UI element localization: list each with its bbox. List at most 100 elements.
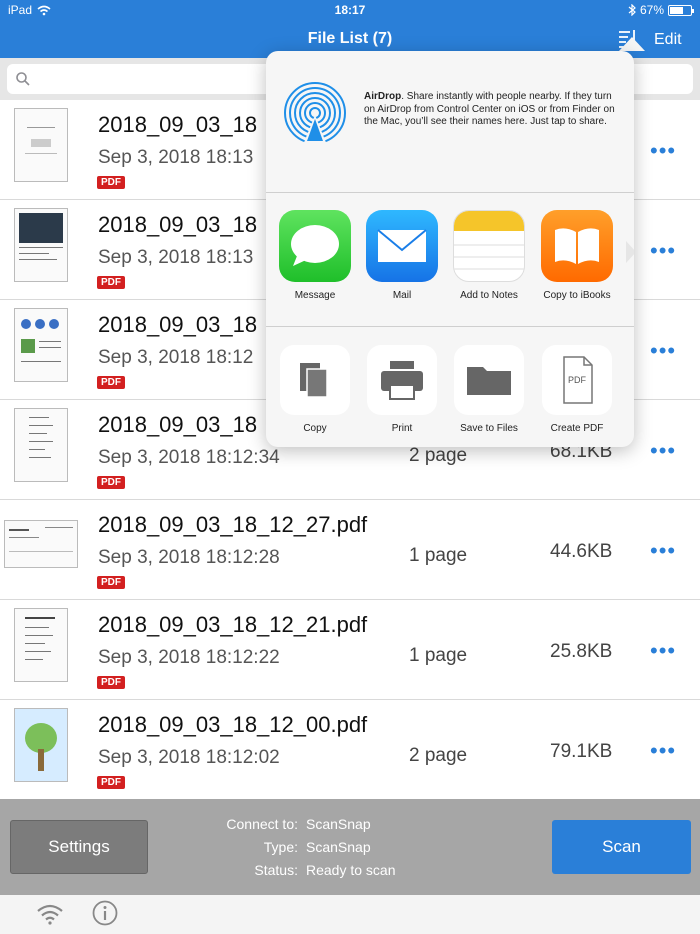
airdrop-body: . Share instantly with people nearby. If… (364, 91, 615, 127)
share-add-to-notes[interactable]: Add to Notes (445, 210, 533, 301)
share-add-to-notes-label: Add to Notes (460, 290, 518, 301)
action-create-pdf[interactable]: PDF Create PDF (533, 345, 621, 434)
file-name: 2018_09_03_18 (98, 412, 258, 437)
file-name: 2018_09_03_18_12_27.pdf (98, 512, 368, 537)
page-count: 2 page (409, 745, 468, 766)
more-options-icon[interactable]: ••• (650, 238, 676, 264)
status-right: 67% (628, 3, 694, 17)
page-title: File List (7) (307, 30, 393, 47)
action-print-label: Print (391, 423, 413, 434)
share-copy-to-ibooks-label: Copy to iBooks (543, 290, 611, 301)
bluetooth-icon (628, 4, 636, 16)
clock: 18:17 (334, 3, 366, 17)
more-options-icon[interactable]: ••• (650, 138, 676, 164)
file-thumbnail (14, 208, 68, 282)
file-date: Sep 3, 2018 18:12:34 (98, 447, 280, 468)
file-row[interactable]: 2018_09_03_18_12_21.pdf Sep 3, 2018 18:1… (0, 600, 700, 700)
share-message[interactable]: Message (271, 210, 359, 301)
file-thumbnail (14, 408, 68, 482)
action-save-to-files-label: Save to Files (460, 423, 518, 434)
file-date: Sep 3, 2018 18:12:02 (98, 747, 280, 768)
ibooks-icon (541, 210, 613, 282)
popover-arrow (619, 37, 645, 51)
share-mail[interactable]: Mail (358, 210, 446, 301)
tab-bar (0, 895, 700, 934)
file-thumbnail (14, 708, 68, 782)
action-create-pdf-label: Create PDF (550, 423, 604, 434)
notes-icon (453, 210, 525, 282)
file-name: 2018_09_03_18 (98, 312, 258, 337)
action-print[interactable]: Print (358, 345, 446, 434)
file-date: Sep 3, 2018 18:13 (98, 247, 254, 268)
share-apps-row: Message Mail Add to Notes Copy to iBooks (266, 193, 634, 327)
share-sheet: AirDrop. Share instantly with people nea… (266, 51, 634, 447)
share-actions-row: Copy Print Save to Files PDF Create PDF (266, 327, 634, 447)
edit-button[interactable]: Edit (654, 31, 682, 49)
page-count: 1 page (409, 645, 468, 666)
pdf-badge: PDF (97, 376, 125, 389)
message-icon (279, 210, 351, 282)
file-size: 25.8KB (550, 641, 613, 662)
pdf-badge: PDF (97, 276, 125, 289)
pdf-badge: PDF (97, 776, 125, 789)
copy-icon (280, 345, 350, 415)
search-icon (16, 72, 30, 86)
status-bar: iPad 18:17 67% (0, 0, 700, 20)
connect-label: Connect to: (226, 816, 298, 832)
file-name: 2018_09_03_18 (98, 212, 258, 237)
connect-value: ScanSnap (306, 816, 371, 832)
share-message-label: Message (294, 290, 336, 301)
more-options-icon[interactable]: ••• (650, 638, 676, 664)
file-size: 79.1KB (550, 741, 613, 762)
scanner-info: Connect to: ScanSnap Type: ScanSnap Status… (200, 816, 396, 885)
file-thumbnail (14, 108, 68, 182)
pdf-badge: PDF (97, 176, 125, 189)
pdf-badge: PDF (97, 676, 125, 689)
page-count: 1 page (409, 545, 468, 566)
type-label: Type: (263, 839, 298, 855)
share-copy-to-ibooks[interactable]: Copy to iBooks (533, 210, 621, 301)
type-value: ScanSnap (306, 839, 371, 855)
file-date: Sep 3, 2018 18:12:22 (98, 647, 280, 668)
pdf-badge: PDF (97, 576, 125, 589)
pdf-badge: PDF (97, 476, 125, 489)
more-options-icon[interactable]: ••• (650, 538, 676, 564)
airdrop-title: AirDrop (364, 91, 402, 102)
settings-button[interactable]: Settings (10, 820, 148, 874)
action-copy-label: Copy (303, 423, 327, 434)
info-icon[interactable] (92, 900, 118, 926)
file-date: Sep 3, 2018 18:12:28 (98, 547, 280, 568)
file-size: 44.6KB (550, 541, 613, 562)
navigation-bar: iPad 18:17 67% File List (7) Edit (0, 0, 700, 58)
file-date: Sep 3, 2018 18:12 (98, 347, 254, 368)
file-row[interactable]: 2018_09_03_18_12_00.pdf Sep 3, 2018 18:1… (0, 700, 700, 800)
battery-percent: 67% (639, 3, 664, 17)
airdrop-description: AirDrop. Share instantly with people nea… (364, 91, 619, 129)
pdf-icon-label: PDF (568, 375, 586, 385)
action-copy[interactable]: Copy (271, 345, 359, 434)
page-count: 2 page (409, 445, 468, 466)
more-options-icon[interactable]: ••• (650, 438, 676, 464)
scan-control-bar: Settings Connect to: ScanSnap Type: ScanSn… (0, 799, 700, 895)
airdrop-icon (284, 82, 346, 145)
file-name: 2018_09_03_18 (98, 112, 258, 137)
status-value: Ready to scan (306, 862, 396, 878)
action-save-to-files[interactable]: Save to Files (445, 345, 533, 434)
file-name: 2018_09_03_18_12_21.pdf (98, 612, 368, 637)
mail-icon (366, 210, 438, 282)
print-icon (367, 345, 437, 415)
file-thumbnail (14, 308, 68, 382)
scan-button[interactable]: Scan (552, 820, 691, 874)
share-mail-label: Mail (392, 290, 412, 301)
status-label: Status: (254, 862, 298, 878)
airdrop-section[interactable]: AirDrop. Share instantly with people nea… (266, 51, 634, 193)
wifi-icon[interactable] (36, 903, 64, 925)
file-thumbnail (4, 520, 78, 568)
file-row[interactable]: 2018_09_03_18_12_27.pdf Sep 3, 2018 18:1… (0, 500, 700, 600)
battery-icon (668, 4, 694, 16)
more-options-icon[interactable]: ••• (650, 338, 676, 364)
more-options-icon[interactable]: ••• (650, 738, 676, 764)
pdf-icon: PDF (542, 345, 612, 415)
file-date: Sep 3, 2018 18:13 (98, 147, 254, 168)
file-thumbnail (14, 608, 68, 682)
